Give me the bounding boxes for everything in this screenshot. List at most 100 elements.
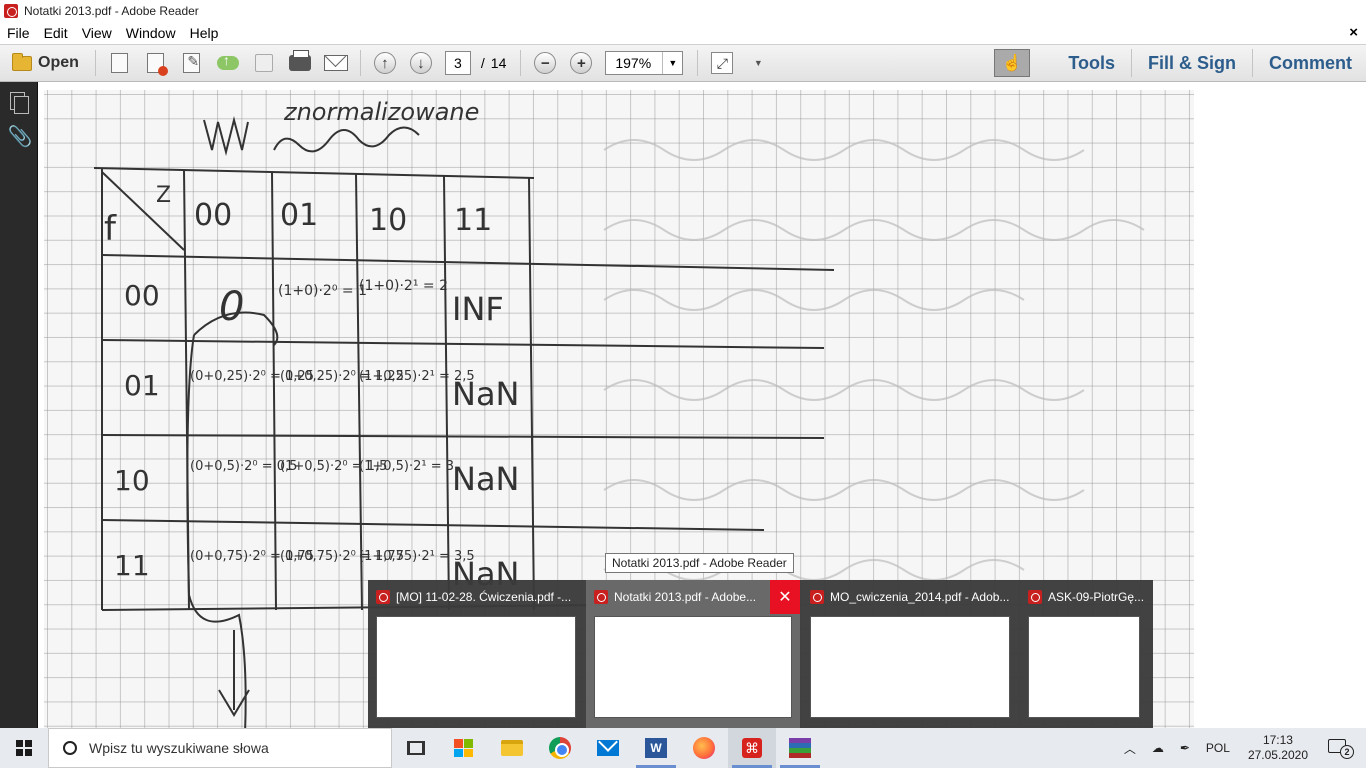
create-pdf-button[interactable] bbox=[102, 48, 138, 78]
zoom-value: 197% bbox=[615, 55, 652, 71]
window-title: Notatki 2013.pdf - Adobe Reader bbox=[24, 4, 199, 18]
close-icon[interactable]: ✕ bbox=[770, 580, 800, 614]
start-button[interactable] bbox=[0, 728, 48, 768]
taskbar-preview-flyout: [MO] 11-02-28. Ćwiczenia.pdf -... Notatk… bbox=[368, 580, 1153, 728]
zoom-select[interactable]: 197% ▼ bbox=[605, 51, 684, 75]
row-label: 00 bbox=[124, 279, 160, 312]
previous-page-button[interactable]: ↑ bbox=[367, 48, 403, 78]
tools-button[interactable]: Tools bbox=[1052, 53, 1131, 74]
winrar-button[interactable] bbox=[776, 728, 824, 768]
edit-pdf-button[interactable] bbox=[174, 48, 210, 78]
table-cell: 0 bbox=[219, 284, 244, 330]
menu-help[interactable]: Help bbox=[183, 25, 226, 41]
folder-icon bbox=[12, 52, 32, 71]
acrobat-icon: ⌘ bbox=[742, 738, 762, 758]
preview-window[interactable]: MO_cwiczenia_2014.pdf - Adob... bbox=[802, 580, 1018, 728]
plus-icon: + bbox=[570, 52, 593, 74]
mail-icon bbox=[597, 740, 619, 756]
preview-thumbnail bbox=[1028, 616, 1140, 718]
word-button[interactable]: W bbox=[632, 728, 680, 768]
toolbar-divider bbox=[359, 50, 361, 76]
hand-icon: ☝ bbox=[1002, 55, 1023, 72]
toolbar-divider bbox=[520, 50, 522, 76]
firefox-icon bbox=[693, 737, 715, 759]
zoom-out-button[interactable]: − bbox=[527, 48, 563, 78]
chevron-down-icon[interactable]: ▼ bbox=[662, 52, 682, 74]
email-button[interactable] bbox=[318, 48, 354, 78]
open-label: Open bbox=[38, 54, 79, 71]
pen-icon[interactable]: ✒ bbox=[1172, 741, 1198, 755]
page-thumbnails-icon[interactable] bbox=[8, 90, 30, 114]
menu-file[interactable]: File bbox=[0, 25, 37, 41]
zoom-in-button[interactable]: + bbox=[563, 48, 599, 78]
save-icon bbox=[254, 54, 273, 72]
title-bar: Notatki 2013.pdf - Adobe Reader bbox=[0, 0, 1366, 22]
task-view-button[interactable] bbox=[392, 728, 440, 768]
file-explorer-button[interactable] bbox=[488, 728, 536, 768]
open-button[interactable]: Open bbox=[12, 48, 89, 78]
table-cell: (1+0)·2¹ = 2 bbox=[359, 278, 448, 294]
toolbar: Open ↑ ↓ 3 / 14 − + 197% ▼ ⤢ ▼ ☝ Tools F… bbox=[0, 44, 1366, 82]
menu-view[interactable]: View bbox=[75, 25, 119, 41]
adobe-reader-icon bbox=[4, 4, 18, 18]
table-cell: (1+0,5)·2¹ = 3 bbox=[359, 459, 454, 474]
cloud-upload-button[interactable] bbox=[210, 48, 246, 78]
language-indicator[interactable]: POL bbox=[1198, 741, 1238, 755]
menu-edit[interactable]: Edit bbox=[37, 25, 75, 41]
preview-window[interactable]: Notatki 2013.pdf - Adobe... ✕ bbox=[586, 580, 800, 728]
pdf-icon bbox=[594, 590, 608, 604]
toolbar-divider bbox=[94, 50, 96, 76]
preview-header: MO_cwiczenia_2014.pdf - Adob... bbox=[810, 588, 1010, 606]
table-cell: NaN bbox=[452, 460, 519, 498]
store-button[interactable] bbox=[440, 728, 488, 768]
column-header: 00 bbox=[194, 198, 232, 233]
export-pdf-button[interactable] bbox=[138, 48, 174, 78]
task-view-icon bbox=[407, 741, 425, 755]
comment-button[interactable]: Comment bbox=[1253, 53, 1356, 74]
fit-page-button[interactable]: ⤢ bbox=[704, 48, 740, 78]
page-separator: / bbox=[480, 55, 485, 71]
more-tools-dropdown[interactable]: ▼ bbox=[740, 48, 776, 78]
navigation-pane: 📎 bbox=[0, 82, 38, 728]
attachments-icon[interactable]: 📎 bbox=[8, 124, 33, 148]
search-placeholder: Wpisz tu wyszukiwane słowa bbox=[89, 740, 269, 756]
hand-tool-button[interactable]: ☝ bbox=[994, 49, 1031, 77]
windows-logo-icon bbox=[16, 740, 32, 756]
onedrive-icon[interactable]: ☁ bbox=[1144, 741, 1172, 755]
close-document-button[interactable]: × bbox=[1349, 24, 1358, 41]
page-total: 14 bbox=[490, 55, 507, 71]
row-label: 11 bbox=[114, 549, 150, 582]
corner-label-z: Z bbox=[156, 183, 171, 208]
column-header: 11 bbox=[454, 203, 492, 238]
search-icon bbox=[60, 738, 80, 758]
chrome-button[interactable] bbox=[536, 728, 584, 768]
preview-header: Notatki 2013.pdf - Adobe... bbox=[594, 588, 764, 606]
firefox-button[interactable] bbox=[680, 728, 728, 768]
preview-window[interactable]: ASK-09-PiotrGę... bbox=[1020, 580, 1153, 728]
row-label: 01 bbox=[124, 369, 160, 402]
winrar-icon bbox=[789, 738, 811, 758]
menu-bar: File Edit View Window Help × bbox=[0, 22, 1366, 44]
preview-tooltip: Notatki 2013.pdf - Adobe Reader bbox=[605, 553, 794, 573]
pdf-icon bbox=[376, 590, 390, 604]
notifications-button[interactable]: 2 bbox=[1318, 737, 1366, 759]
preview-title: MO_cwiczenia_2014.pdf - Adob... bbox=[830, 590, 1010, 604]
save-button[interactable] bbox=[246, 48, 282, 78]
clock[interactable]: 17:13 27.05.2020 bbox=[1238, 733, 1318, 763]
print-button[interactable] bbox=[282, 48, 318, 78]
menu-window[interactable]: Window bbox=[119, 25, 183, 41]
fill-sign-button[interactable]: Fill & Sign bbox=[1132, 53, 1252, 74]
preview-thumbnail bbox=[810, 616, 1010, 718]
search-box[interactable]: Wpisz tu wyszukiwane słowa bbox=[48, 728, 392, 768]
acrobat-button[interactable]: ⌘ bbox=[728, 728, 776, 768]
clock-time: 17:13 bbox=[1262, 733, 1293, 747]
preview-header: [MO] 11-02-28. Ćwiczenia.pdf -... bbox=[376, 588, 576, 606]
preview-window[interactable]: [MO] 11-02-28. Ćwiczenia.pdf -... bbox=[368, 580, 584, 728]
mail-button[interactable] bbox=[584, 728, 632, 768]
page-number-input[interactable]: 3 bbox=[444, 51, 471, 75]
chevron-down-icon: ▼ bbox=[753, 58, 763, 68]
arrow-up-icon: ↑ bbox=[373, 52, 396, 74]
next-page-button[interactable]: ↓ bbox=[403, 48, 439, 78]
clock-date: 27.05.2020 bbox=[1247, 748, 1308, 762]
chevron-up-icon[interactable]: ︿ bbox=[1116, 740, 1144, 757]
